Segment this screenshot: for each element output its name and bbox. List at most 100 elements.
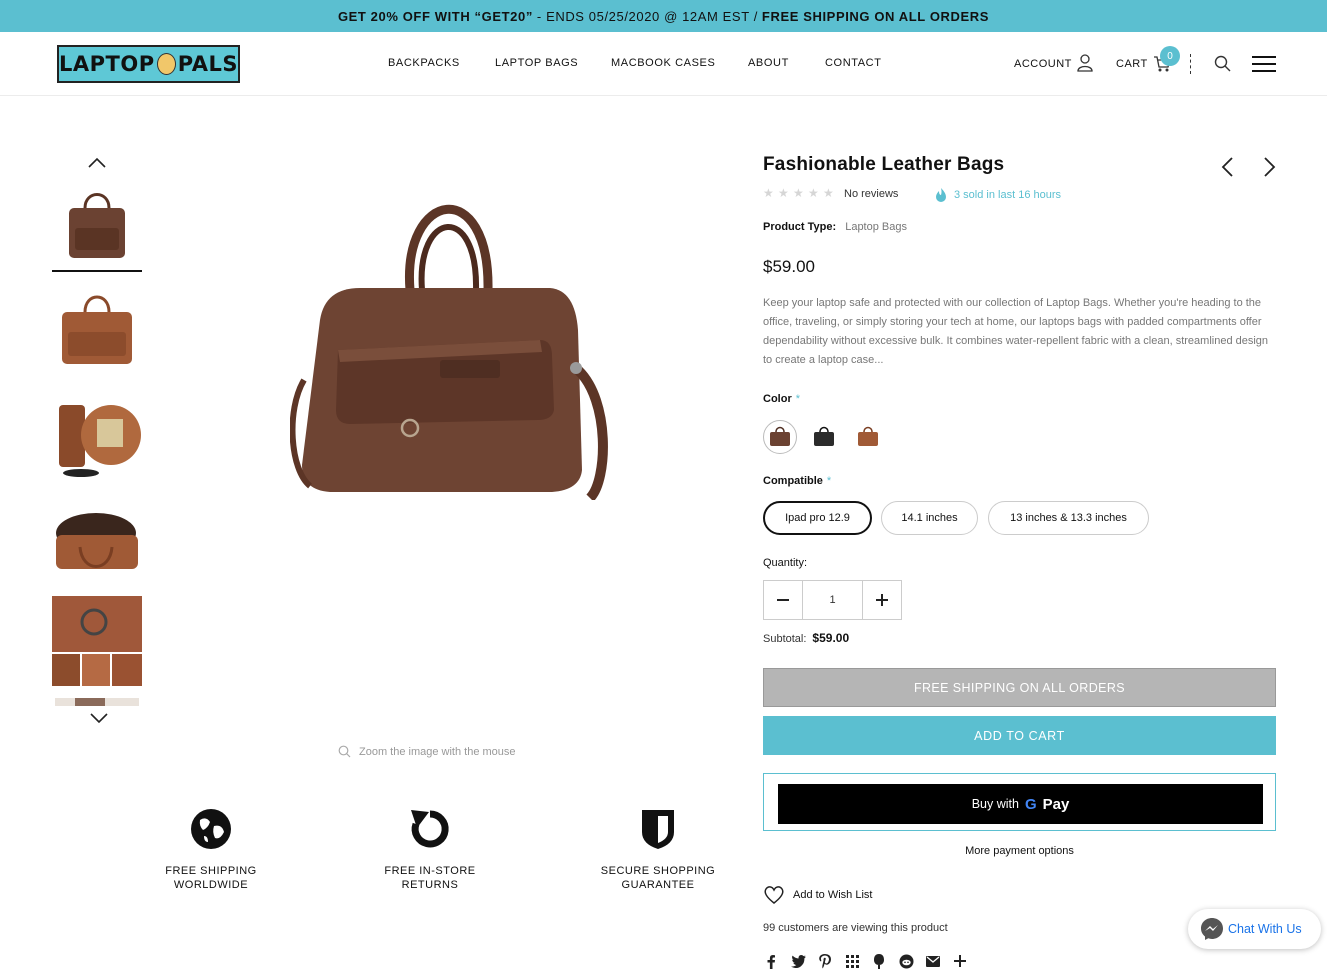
compatible-label: Compatible * xyxy=(763,475,831,487)
thumbnail-down-arrow-icon[interactable] xyxy=(89,712,109,724)
nav-backpacks[interactable]: BACKPACKS xyxy=(388,57,460,69)
quantity-stepper: 1 xyxy=(763,580,902,620)
feature-line2: GUARANTEE xyxy=(621,879,695,891)
swatch-bag-black-icon xyxy=(814,426,834,446)
nav-about[interactable]: ABOUT xyxy=(748,57,789,69)
nav-contact[interactable]: CONTACT xyxy=(825,57,882,69)
chat-widget-button[interactable]: Chat With Us xyxy=(1188,909,1321,949)
thumbnail-5[interactable] xyxy=(52,596,142,686)
pinterest-icon[interactable] xyxy=(817,953,833,969)
color-label-text: Color xyxy=(763,393,792,405)
chat-label: Chat With Us xyxy=(1228,922,1302,936)
required-mark: * xyxy=(795,393,801,405)
mascot-icon xyxy=(156,53,176,75)
nav-macbook-cases[interactable]: MACBOOK CASES xyxy=(611,57,715,69)
color-label: Color * xyxy=(763,393,800,405)
cart-link[interactable]: CART xyxy=(1116,58,1148,70)
wishlist-link[interactable]: Add to Wish List xyxy=(763,885,872,905)
user-icon[interactable] xyxy=(1077,54,1093,72)
google-g-icon: G xyxy=(1024,795,1037,813)
compatible-option-ipad-pro[interactable]: Ipad pro 12.9 xyxy=(763,501,872,535)
sold-text: 3 sold in last 16 hours xyxy=(954,189,1062,201)
next-product-arrow-icon[interactable] xyxy=(1263,156,1277,178)
messenger-icon xyxy=(1201,918,1223,940)
minus-icon xyxy=(777,599,789,601)
product-type-label: Product Type: xyxy=(763,221,837,233)
hamburger-menu-icon[interactable] xyxy=(1251,55,1277,73)
feature-line1: FREE SHIPPING xyxy=(165,865,257,877)
more-payment-options-link[interactable]: More payment options xyxy=(763,845,1276,857)
star-icon: ★ xyxy=(793,186,804,200)
reviews-count[interactable]: No reviews xyxy=(844,188,898,200)
grid-apps-icon[interactable] xyxy=(844,953,860,969)
tumblr-icon[interactable] xyxy=(871,953,887,969)
shield-icon xyxy=(642,810,674,849)
quantity-input[interactable]: 1 xyxy=(802,581,863,619)
star-icon: ★ xyxy=(778,186,789,200)
free-shipping-button[interactable]: FREE SHIPPING ON ALL ORDERS xyxy=(763,668,1276,707)
color-swatch-black[interactable] xyxy=(807,420,841,454)
feature-free-returns: FREE IN-STORE RETURNS xyxy=(365,806,495,892)
subtotal: Subtotal: $59.00 xyxy=(763,631,849,645)
logo-text-right: PALS xyxy=(177,52,238,76)
reddit-icon[interactable] xyxy=(898,953,914,969)
thumbnail-4[interactable] xyxy=(52,494,142,584)
promo-date-text: - ENDS 05/25/2020 @ 12AM EST / xyxy=(536,8,758,24)
heart-icon xyxy=(764,886,784,904)
account-link[interactable]: ACCOUNT xyxy=(1014,58,1072,70)
google-pay-button[interactable]: Buy with G Pay xyxy=(778,784,1263,824)
site-logo[interactable]: LAPTOP PALS xyxy=(57,45,240,83)
required-mark: * xyxy=(826,475,832,487)
facebook-icon[interactable] xyxy=(763,953,779,969)
product-description: Keep your laptop safe and protected with… xyxy=(763,297,1269,366)
main-product-image[interactable] xyxy=(290,180,615,500)
thumbnail-2[interactable] xyxy=(52,284,142,374)
feature-line2: RETURNS xyxy=(401,879,459,891)
star-icon: ★ xyxy=(763,186,774,200)
color-swatch-tan[interactable] xyxy=(851,420,885,454)
quantity-increase-button[interactable] xyxy=(863,581,901,619)
color-swatch-dark-brown[interactable] xyxy=(763,420,797,454)
return-arrow-icon xyxy=(411,810,449,848)
thumbnail-6[interactable] xyxy=(52,698,142,706)
feature-free-shipping: FREE SHIPPING WORLDWIDE xyxy=(146,806,276,892)
more-share-plus-icon[interactable] xyxy=(952,953,968,969)
sold-indicator: 3 sold in last 16 hours xyxy=(934,187,1061,203)
nav-laptop-bags[interactable]: LAPTOP BAGS xyxy=(495,57,578,69)
previous-product-arrow-icon[interactable] xyxy=(1220,156,1234,178)
bag-tan-image xyxy=(62,295,132,364)
star-icon: ★ xyxy=(808,186,819,200)
star-icon: ★ xyxy=(823,186,834,200)
product-type-value[interactable]: Laptop Bags xyxy=(845,221,907,233)
thumbnail-1[interactable] xyxy=(52,182,142,272)
compatible-option-13-13-3[interactable]: 13 inches & 13.3 inches xyxy=(988,501,1149,535)
quantity-decrease-button[interactable] xyxy=(764,581,802,619)
zoom-hint-text: Zoom the image with the mouse xyxy=(359,745,516,758)
add-to-cart-button[interactable]: ADD TO CART xyxy=(763,716,1276,755)
thumbnail-3[interactable] xyxy=(52,390,142,480)
twitter-icon[interactable] xyxy=(790,953,806,969)
bag-partial-image xyxy=(55,698,139,706)
rating-stars[interactable]: ★ ★ ★ ★ ★ xyxy=(763,187,835,199)
compatible-option-14-1[interactable]: 14.1 inches xyxy=(881,501,978,535)
site-header: LAPTOP PALS BACKPACKS LAPTOP BAGS MACBOO… xyxy=(0,32,1327,96)
wishlist-text: Add to Wish List xyxy=(793,889,873,901)
logo-text-left: LAPTOP xyxy=(59,52,155,76)
bag-interior-detail-image xyxy=(59,405,141,477)
cart-count-badge: 0 xyxy=(1160,46,1180,66)
feature-line2: WORLDWIDE xyxy=(173,879,249,891)
feature-line1: SECURE SHOPPING xyxy=(600,865,716,877)
feature-line1: FREE IN-STORE xyxy=(384,865,476,877)
email-icon[interactable] xyxy=(925,953,941,969)
bag-hardware-collage-image xyxy=(52,596,142,686)
flame-icon xyxy=(936,188,946,202)
bag-open-top-image xyxy=(56,513,138,569)
announcement-bar: GET 20% OFF WITH “GET20” - ENDS 05/25/20… xyxy=(0,0,1327,32)
search-icon[interactable] xyxy=(1214,55,1231,72)
gpay-brand: Pay xyxy=(1042,795,1070,813)
zoom-search-icon xyxy=(338,745,351,758)
thumbnail-up-arrow-icon[interactable] xyxy=(87,157,107,169)
feature-secure-shopping: SECURE SHOPPING GUARANTEE xyxy=(593,806,723,892)
compatible-label-text: Compatible xyxy=(763,475,823,487)
product-title: Fashionable Leather Bags xyxy=(763,154,1005,175)
